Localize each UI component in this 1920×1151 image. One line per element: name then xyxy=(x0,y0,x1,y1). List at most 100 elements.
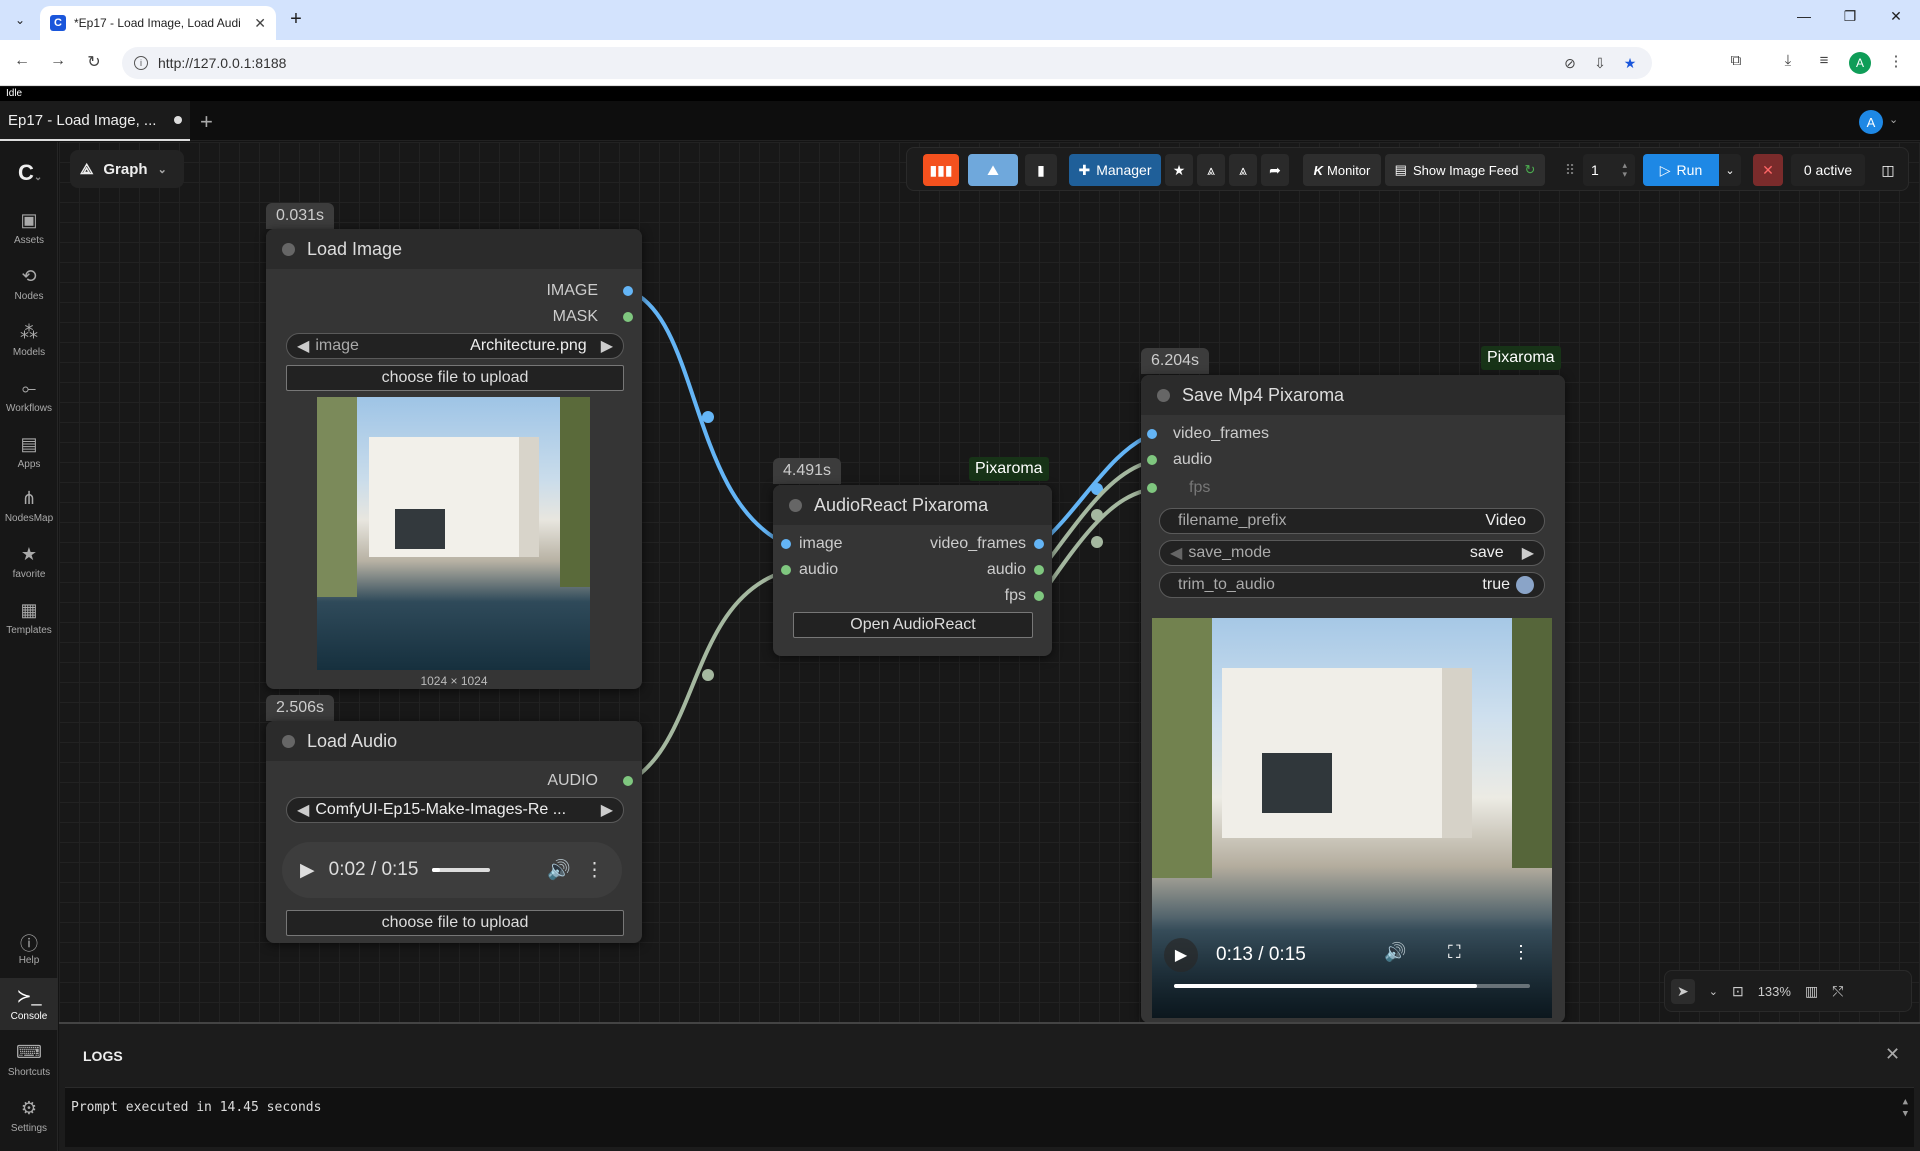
volume-icon[interactable]: 🔊 xyxy=(547,858,571,882)
node-status-dot xyxy=(282,734,295,748)
input-image[interactable]: image xyxy=(781,534,843,554)
panel-toggle-icon[interactable]: ◫ xyxy=(1873,154,1903,186)
input-fps[interactable]: fps xyxy=(1147,478,1210,498)
manager-button[interactable]: ✚ Manager xyxy=(1069,154,1161,186)
bookmark-icon[interactable]: ▮ xyxy=(1025,154,1057,186)
node-status-dot xyxy=(789,498,802,512)
scroll-arrows-icon[interactable]: ▲ ▼ xyxy=(1903,1096,1908,1120)
output-mask-dot[interactable] xyxy=(623,307,633,327)
trim-to-audio-widget[interactable]: trim_to_audio true xyxy=(1159,572,1545,598)
trim-to-audio-label: trim_to_audio xyxy=(1178,576,1275,593)
audioreact-node[interactable]: AudioReact Pixaroma image audio video_fr… xyxy=(773,485,1052,656)
audioreact-pixaroma-badge: Pixaroma xyxy=(969,457,1049,481)
audio-combo-widget[interactable]: ◀ ComfyUI-Ep15-Make-Images-Re ... ▶ xyxy=(286,797,624,823)
image-widget-label: image xyxy=(315,337,359,354)
tree-shape-right xyxy=(1512,618,1552,868)
video-play-icon[interactable]: ▶ xyxy=(1164,938,1198,972)
output-fps[interactable]: fps xyxy=(1005,586,1044,606)
image-upload-button[interactable]: choose file to upload xyxy=(286,365,624,391)
mountain-icon[interactable]: ⛰ xyxy=(968,154,1018,186)
fit-view-icon[interactable]: ⊡ xyxy=(1732,983,1744,1000)
play-icon[interactable]: ▶ xyxy=(300,859,315,882)
load-audio-title-bar[interactable]: Load Audio xyxy=(266,721,642,761)
hide-links-icon[interactable]: ⤲ xyxy=(1832,983,1843,1000)
audio-upload-button[interactable]: choose file to upload xyxy=(286,910,624,936)
batch-count-input[interactable]: 1 ▴ ▾ xyxy=(1583,154,1635,186)
show-image-feed-button[interactable]: ▤ Show Image Feed ↻ xyxy=(1385,154,1545,186)
savemp4-title-bar[interactable]: Save Mp4 Pixaroma xyxy=(1141,375,1565,415)
savemp4-time: 6.204s xyxy=(1141,348,1210,374)
node-status-dot xyxy=(1157,388,1170,402)
toggle-knob-icon[interactable] xyxy=(1516,576,1534,594)
output-image[interactable]: IMAGE xyxy=(546,281,598,301)
chevron-down-icon[interactable]: ⌄ xyxy=(1709,985,1718,998)
video-progress-bar[interactable] xyxy=(1174,984,1530,988)
output-video-frames[interactable]: video_frames xyxy=(930,534,1044,554)
load-image-title-bar[interactable]: Load Image xyxy=(266,229,642,269)
house-shape xyxy=(1222,668,1472,838)
next-arrow-icon[interactable]: ▶ xyxy=(601,800,613,820)
cancel-icon[interactable]: ✕ xyxy=(1753,154,1783,186)
close-icon[interactable]: ✕ xyxy=(1885,1044,1900,1065)
more-options-icon[interactable]: ⋮ xyxy=(585,859,604,882)
prev-arrow-icon[interactable]: ◀ xyxy=(1170,543,1182,563)
graph-label: Graph xyxy=(103,160,148,178)
drag-handle-icon[interactable]: ⠿ xyxy=(1563,154,1577,186)
video-time: 0:13 / 0:15 xyxy=(1216,944,1306,965)
next-arrow-icon[interactable]: ▶ xyxy=(601,336,613,356)
logs-output[interactable]: Prompt executed in 14.45 seconds ▲ ▼ xyxy=(65,1087,1914,1147)
more-options-icon[interactable]: ⋮ xyxy=(1512,942,1530,963)
run-button[interactable]: ▷ Run xyxy=(1643,154,1719,186)
graph-icon: ⟁ xyxy=(80,160,94,178)
graph-mode-button[interactable]: ⟁ Graph ⌄ xyxy=(70,150,184,188)
video-preview[interactable]: ▶ 0:13 / 0:15 🔊 ⛶ ⋮ xyxy=(1152,618,1552,1018)
logs-title: LOGS xyxy=(83,1048,123,1064)
volume-icon[interactable]: 🔊 xyxy=(1384,942,1406,963)
output-audio[interactable]: AUDIO xyxy=(547,771,598,791)
open-audioreact-button[interactable]: Open AudioReact xyxy=(793,612,1033,638)
star-icon[interactable]: ★ xyxy=(1165,154,1193,186)
run-options-chevron-icon[interactable]: ⌄ xyxy=(1719,154,1741,186)
output-mask[interactable]: MASK xyxy=(553,307,598,327)
save-mode-widget[interactable]: ◀ save_mode save ▶ xyxy=(1159,540,1545,566)
savemp4-node[interactable]: Save Mp4 Pixaroma video_frames audio fps… xyxy=(1141,375,1565,1023)
load-image-time: 0.031s xyxy=(266,203,335,229)
audio-progress-slider[interactable] xyxy=(432,868,491,872)
pointer-icon[interactable]: ➤ xyxy=(1671,978,1695,1004)
load-audio-title: Load Audio xyxy=(307,730,398,751)
refresh-icon: ↻ xyxy=(1524,162,1536,177)
minimap-icon[interactable]: ▥ xyxy=(1805,983,1818,1000)
feed-icon: ▤ xyxy=(1394,162,1407,177)
model-icon[interactable]: ⩓ xyxy=(1197,154,1225,186)
audioreact-title-bar[interactable]: AudioReact Pixaroma xyxy=(773,485,1052,525)
load-image-node[interactable]: Load Image IMAGE MASK ◀ image Architectu… xyxy=(266,229,642,689)
next-arrow-icon[interactable]: ▶ xyxy=(1522,543,1534,563)
model-alt-icon[interactable]: ⩓ xyxy=(1229,154,1257,186)
image-combo-widget[interactable]: ◀ image Architecture.png ▶ xyxy=(286,333,624,359)
fullscreen-icon[interactable]: ⛶ xyxy=(1448,942,1461,963)
output-audio-dot[interactable] xyxy=(623,771,633,791)
top-toolbar: ▮▮▮ ⛰ ▮ ✚ Manager ★ ⩓ ⩓ ➦ K Monitor ▤ Sh… xyxy=(906,147,1909,191)
filename-prefix-label: filename_prefix xyxy=(1178,512,1287,529)
input-audio[interactable]: audio xyxy=(1147,450,1212,470)
audio-player[interactable]: ▶ 0:02 / 0:15 🔊 ⋮ xyxy=(282,842,622,898)
node-status-dot xyxy=(282,242,295,256)
output-audio[interactable]: audio xyxy=(987,560,1044,580)
share-icon[interactable]: ➦ xyxy=(1261,154,1289,186)
monitor-button[interactable]: K Monitor xyxy=(1303,154,1381,186)
input-audio[interactable]: audio xyxy=(781,560,838,580)
load-audio-node[interactable]: Load Audio AUDIO ◀ ComfyUI-Ep15-Make-Ima… xyxy=(266,721,642,943)
audio-bars-icon[interactable]: ▮▮▮ xyxy=(923,154,959,186)
puzzle-icon: ✚ xyxy=(1078,161,1091,178)
batch-count-value: 1 xyxy=(1591,162,1599,178)
canvas-toolbar: ➤ ⌄ ⊡ 133% ▥ ⤲ xyxy=(1664,970,1912,1012)
queue-active-button[interactable]: 0 active xyxy=(1791,154,1865,186)
zoom-level[interactable]: 133% xyxy=(1758,984,1791,999)
manager-label: Manager xyxy=(1096,162,1152,178)
prev-arrow-icon[interactable]: ◀ xyxy=(297,336,309,356)
output-image-dot[interactable] xyxy=(623,281,633,301)
filename-prefix-widget[interactable]: filename_prefix Video xyxy=(1159,508,1545,534)
prev-arrow-icon[interactable]: ◀ xyxy=(297,800,309,820)
audio-widget-value: ComfyUI-Ep15-Make-Images-Re ... xyxy=(315,801,567,818)
input-video-frames[interactable]: video_frames xyxy=(1147,424,1269,444)
